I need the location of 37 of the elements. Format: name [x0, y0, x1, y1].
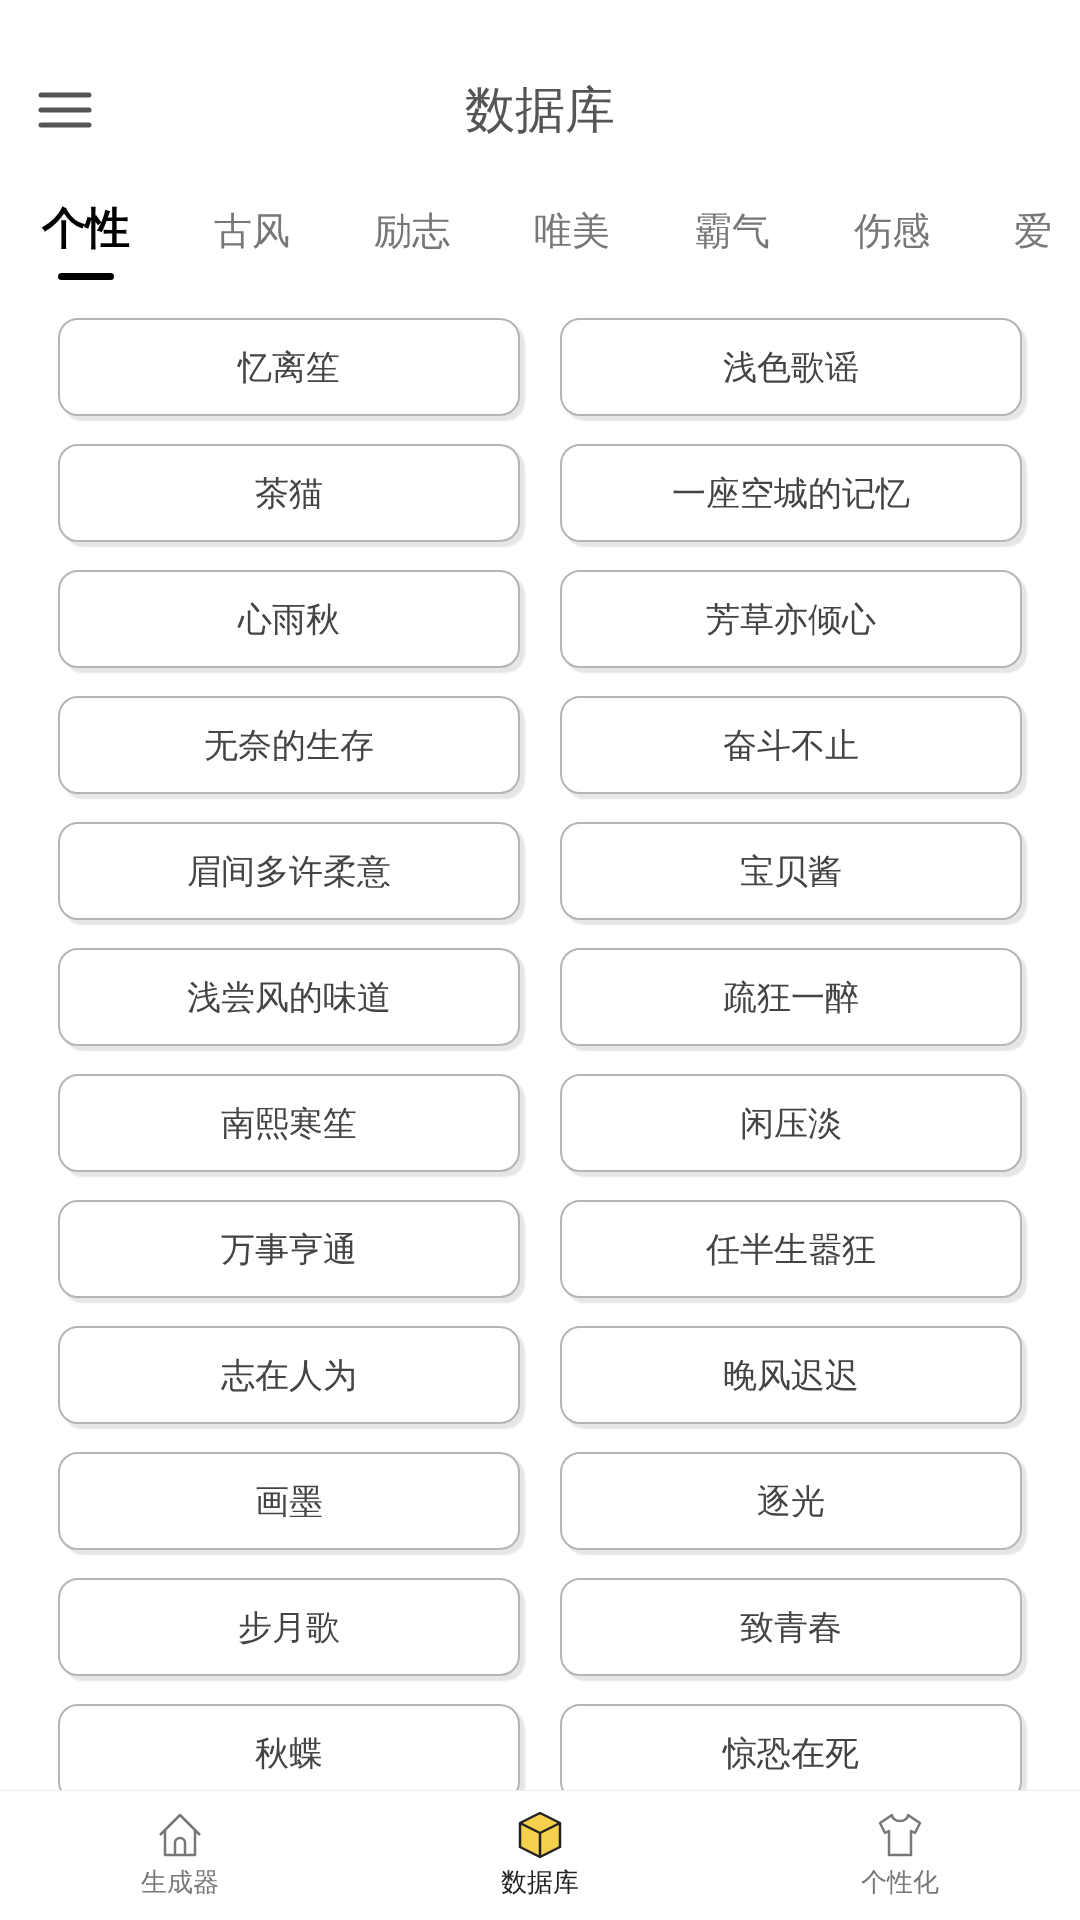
name-button[interactable]: 任半生嚣狂 [560, 1200, 1022, 1298]
name-button[interactable]: 一座空城的记忆 [560, 444, 1022, 542]
category-tab[interactable]: 古风 [214, 212, 290, 280]
page-title: 数据库 [465, 79, 615, 141]
name-button[interactable]: 志在人为 [58, 1326, 520, 1424]
nav-item[interactable]: 生成器 [0, 1791, 360, 1920]
name-button[interactable]: 宝贝酱 [560, 822, 1022, 920]
name-button[interactable]: 疏狂一醉 [560, 948, 1022, 1046]
name-button[interactable]: 南熙寒笙 [58, 1074, 520, 1172]
name-button[interactable]: 眉间多许柔意 [58, 822, 520, 920]
name-button[interactable]: 逐光 [560, 1452, 1022, 1550]
name-button[interactable]: 奋斗不止 [560, 696, 1022, 794]
category-tab[interactable]: 励志 [374, 212, 450, 280]
nav-item[interactable]: 个性化 [720, 1791, 1080, 1920]
name-button[interactable]: 致青春 [560, 1578, 1022, 1676]
name-button[interactable]: 心雨秋 [58, 570, 520, 668]
category-tab[interactable]: 爱 [1014, 212, 1052, 280]
name-button[interactable]: 浅尝风的味道 [58, 948, 520, 1046]
name-button[interactable]: 秋蝶 [58, 1704, 520, 1790]
tab-indicator [58, 273, 114, 280]
name-button[interactable]: 惊恐在死 [560, 1704, 1022, 1790]
category-tab[interactable]: 霸气 [694, 212, 770, 280]
name-button[interactable]: 茶猫 [58, 444, 520, 542]
name-button[interactable]: 忆离笙 [58, 318, 520, 416]
name-button[interactable]: 万事亨通 [58, 1200, 520, 1298]
category-tab[interactable]: 个性 [42, 206, 130, 280]
name-button[interactable]: 浅色歌谣 [560, 318, 1022, 416]
name-button[interactable]: 步月歌 [58, 1578, 520, 1676]
category-tab[interactable]: 唯美 [534, 212, 610, 280]
name-button[interactable]: 芳草亦倾心 [560, 570, 1022, 668]
menu-icon[interactable] [38, 91, 92, 129]
name-button[interactable]: 闲压淡 [560, 1074, 1022, 1172]
nav-item[interactable]: 数据库 [360, 1791, 720, 1920]
name-button[interactable]: 画墨 [58, 1452, 520, 1550]
name-button[interactable]: 晚风迟迟 [560, 1326, 1022, 1424]
name-button[interactable]: 无奈的生存 [58, 696, 520, 794]
category-tab[interactable]: 伤感 [854, 212, 930, 280]
